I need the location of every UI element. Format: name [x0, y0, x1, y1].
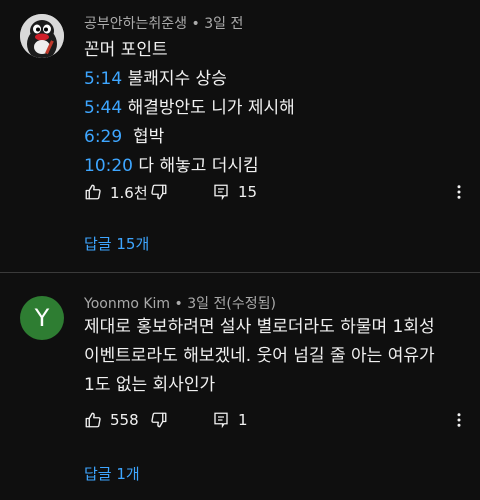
reply-count: 15 [238, 183, 258, 201]
dislike-button[interactable] [150, 178, 168, 206]
reply-comment-icon [212, 183, 230, 201]
like-button[interactable]: 558 [84, 406, 139, 434]
timestamp-link[interactable]: 6:29 [84, 127, 122, 147]
thumbs-down-icon [150, 183, 168, 201]
comment-line: 이벤트로라도 해보겠네. 웃어 넘길 줄 아는 여유가 [84, 346, 435, 366]
more-options-button[interactable] [450, 178, 468, 206]
comment-time: 3일 전(수정됨) [187, 296, 276, 312]
comment-1: 공부안하는취준생 • 3일 전 꼰머 포인트 5:14 불쾌지수 상승 5:44… [0, 0, 480, 270]
more-vert-icon [450, 183, 468, 201]
comment-line: 1도 없는 회사인가 [84, 375, 216, 395]
comment-text: 제대로 홍보하려면 설사 별로더라도 하물며 1회성 이벤트로라도 해보겠네. … [84, 313, 464, 400]
author-name[interactable]: Yoonmo Kim [84, 296, 170, 312]
comment-2: Y Yoonmo Kim • 3일 전(수정됨) 제대로 홍보하려면 설사 별로… [0, 276, 480, 500]
comment-actions: 558 1 [84, 406, 474, 434]
avatar-letter: Y [34, 304, 50, 332]
reply-button[interactable]: 1 [212, 406, 248, 434]
more-options-button[interactable] [450, 406, 468, 434]
divider [0, 272, 480, 273]
like-count: 1.6천 [110, 183, 148, 202]
thumbs-up-icon [84, 183, 102, 201]
timestamp-link[interactable]: 10:20 [84, 156, 133, 176]
comment-line: 제대로 홍보하려면 설사 별로더라도 하물며 1회성 [84, 317, 435, 337]
reply-comment-icon [212, 411, 230, 429]
comment-line: 5:44 해결방안도 니가 제시해 [84, 98, 295, 118]
comment-header: 공부안하는취준생 • 3일 전 [84, 13, 243, 33]
comment-time: 3일 전 [204, 16, 244, 32]
comment-text: 꼰머 포인트 5:14 불쾌지수 상승 5:44 해결방안도 니가 제시해 6:… [84, 36, 295, 181]
thumbs-up-icon [84, 411, 102, 429]
author-name[interactable]: 공부안하는취준생 [84, 16, 187, 32]
like-count: 558 [110, 411, 139, 429]
timestamp-link[interactable]: 5:14 [84, 69, 122, 89]
reply-count: 1 [238, 411, 248, 429]
comment-line: 10:20 다 해놓고 더시킴 [84, 156, 259, 176]
avatar[interactable] [20, 14, 64, 58]
comment-header: Yoonmo Kim • 3일 전(수정됨) [84, 293, 276, 313]
separator-dot: • [174, 296, 183, 312]
reply-button[interactable]: 15 [212, 178, 257, 206]
like-button[interactable]: 1.6천 [84, 178, 148, 206]
more-vert-icon [450, 411, 468, 429]
timestamp-link[interactable]: 5:44 [84, 98, 122, 118]
penguin-avatar-icon [20, 14, 64, 58]
view-replies-link[interactable]: 답글 1개 [84, 463, 140, 484]
comment-line: 꼰머 포인트 [84, 40, 168, 60]
comment-line: 5:14 불쾌지수 상승 [84, 69, 227, 89]
dislike-button[interactable] [150, 406, 168, 434]
thumbs-down-icon [150, 411, 168, 429]
separator-dot: • [191, 16, 200, 32]
comment-actions: 1.6천 15 [84, 178, 474, 206]
comment-line: 6:29 협박 [84, 127, 165, 147]
view-replies-link[interactable]: 답글 15개 [84, 233, 149, 254]
avatar[interactable]: Y [20, 296, 64, 340]
